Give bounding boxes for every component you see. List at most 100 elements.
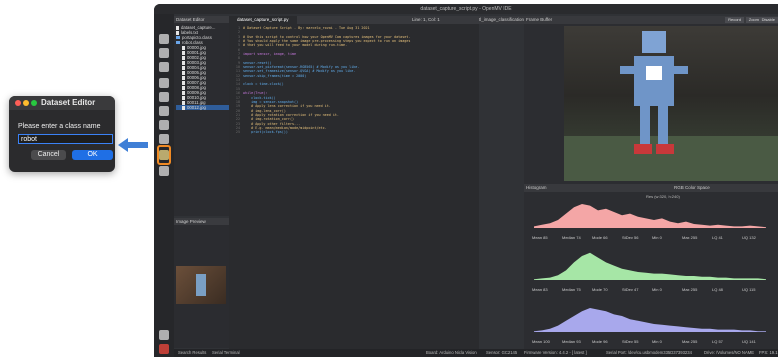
cut-icon[interactable] xyxy=(159,106,169,116)
stat-value: 56 xyxy=(634,235,639,240)
stat-value: 96 xyxy=(603,339,608,344)
histogram-stats: Mean 83 Median 75 Mode 70 StDev 47 Min 0 Max … xyxy=(524,287,778,293)
frame-buffer-header: Frame Buffer Record Zoom Disable xyxy=(524,16,778,24)
stat-median: Median 75 xyxy=(562,287,592,293)
robot-image xyxy=(564,31,778,181)
close-window-icon[interactable] xyxy=(15,100,21,106)
histogram-channel: Mean 100 Median 93 Mode 96 StDev 55 Min 0 Max… xyxy=(524,300,778,354)
class-name-input[interactable]: robot xyxy=(18,134,113,144)
stat-mean: Mean 85 xyxy=(532,235,562,241)
stat-value: 0 xyxy=(659,339,662,344)
drive-label: Drive: /Volumes/NO NAME xyxy=(704,350,755,355)
stat-value: 100 xyxy=(543,339,550,344)
dialog-title: Dataset Editor xyxy=(41,98,96,107)
stat-mode: Mode 66 xyxy=(592,235,622,241)
stat-value: 66 xyxy=(603,235,608,240)
histogram-stats: Mean 100 Median 93 Mode 96 StDev 55 Min 0 Max… xyxy=(524,339,778,345)
stat-label: Mode xyxy=(592,235,604,240)
save-icon[interactable] xyxy=(159,62,169,72)
zoom-window-icon[interactable] xyxy=(31,100,37,106)
stat-max: Max 255 xyxy=(682,287,712,293)
code-area[interactable]: 1 # Dataset Capture Script - By: marcelo_… xyxy=(229,26,477,135)
new-file-icon[interactable] xyxy=(159,34,169,44)
code-line[interactable]: 25 print(clock.fps()) xyxy=(229,130,477,134)
status-bar: Search Results Serial Terminal Board: Ar… xyxy=(174,349,778,357)
record-button[interactable]: Record xyxy=(725,17,744,23)
copy-icon[interactable] xyxy=(159,120,169,130)
stat-mode: Mode 70 xyxy=(592,287,622,293)
undo-icon[interactable] xyxy=(159,78,169,88)
stat-median: Median 74 xyxy=(562,235,592,241)
stat-min: Min 0 xyxy=(652,287,682,293)
folder-icon xyxy=(176,36,180,40)
stat-value: 47 xyxy=(634,287,639,292)
ok-button[interactable]: OK xyxy=(72,150,113,160)
paste-icon[interactable] xyxy=(159,134,169,144)
dataset-explorer: Dataset Editor dataset_capture... labels.… xyxy=(174,16,229,216)
stat-stdev: StDev 55 xyxy=(622,339,652,345)
stat-label: Min xyxy=(652,235,660,240)
histogram-plot xyxy=(534,308,766,332)
stat-value: 48 xyxy=(718,287,723,292)
frame-buffer-panel: Frame Buffer Record Zoom Disable Histogr… xyxy=(524,16,778,349)
stat-label: Min xyxy=(652,339,660,344)
file-item[interactable]: 00012.jpg xyxy=(176,105,229,110)
stat-value: 55 xyxy=(634,339,639,344)
capture-data-icon[interactable] xyxy=(159,166,169,176)
stat-label: Mean xyxy=(532,339,544,344)
stat-value: 255 xyxy=(690,339,698,344)
connect-icon[interactable] xyxy=(159,330,169,340)
stat-value: 74 xyxy=(576,235,581,240)
serial-port-label: Serial Port: /dev/cu.usbmodem335D3739323… xyxy=(606,350,692,355)
stat-lq: LQ 48 xyxy=(712,287,742,293)
stat-label: Max xyxy=(682,235,691,240)
histogram-header: Histogram RGB Color Space xyxy=(524,184,778,192)
frame-buffer-title: Frame Buffer xyxy=(526,17,553,22)
stat-value: 115 xyxy=(749,287,756,292)
code-editor[interactable]: dataset_capture_script.py Line: 1, Col: … xyxy=(229,16,479,349)
dialog-prompt: Please enter a class name xyxy=(18,123,101,130)
search-results-tab[interactable]: Search Results xyxy=(178,349,206,357)
cancel-button[interactable]: Cancel xyxy=(31,150,66,160)
histogram-title: Histogram xyxy=(526,185,547,190)
stat-label: Max xyxy=(682,339,691,344)
stat-uq: UQ 141 xyxy=(742,339,772,345)
stat-value: 255 xyxy=(690,235,698,240)
ide-window: dataset_capture_script.py - OpenMV IDE D… xyxy=(154,4,778,357)
redo-icon[interactable] xyxy=(159,92,169,102)
disable-button[interactable]: Disable xyxy=(758,17,778,23)
file-label: 00012.jpg xyxy=(187,105,206,110)
left-toolbar xyxy=(154,14,174,357)
line-number: 25 xyxy=(235,130,240,135)
stat-lq: LQ 57 xyxy=(712,339,742,345)
stat-value: 75 xyxy=(576,287,581,292)
stat-stdev: StDev 56 xyxy=(622,235,652,241)
firmware-label: Firmware Version: 4.4.2 - [ latest ] xyxy=(524,350,587,355)
histogram-stats: Mean 85 Median 74 Mode 66 StDev 56 Min 0 Max … xyxy=(524,235,778,241)
stat-label: Min xyxy=(652,287,660,292)
minimize-window-icon[interactable] xyxy=(23,100,29,106)
stat-value: 85 xyxy=(543,235,548,240)
editor-position: Line: 1, Col: 1 xyxy=(412,17,440,22)
left-arrow-icon xyxy=(118,138,148,152)
histogram-plot xyxy=(534,204,766,228)
stat-label: Median xyxy=(562,287,577,292)
serial-terminal-tab[interactable]: Serial Terminal xyxy=(212,349,240,357)
stat-label: Mean xyxy=(532,287,544,292)
stat-median: Median 93 xyxy=(562,339,592,345)
stat-label: Mode xyxy=(592,339,604,344)
file-icon xyxy=(182,105,185,110)
robot-thumbnail xyxy=(196,274,206,296)
stat-min: Min 0 xyxy=(652,339,682,345)
histogram-channel: Mean 85 Median 74 Mode 66 StDev 56 Min 0 Max … xyxy=(524,196,778,250)
stat-label: Median xyxy=(562,235,577,240)
tab-dataset-capture[interactable]: dataset_capture_script.py xyxy=(229,16,297,24)
stat-value: 93 xyxy=(576,339,581,344)
preview-image xyxy=(176,266,226,304)
stat-mean: Mean 83 xyxy=(532,287,562,293)
color-space-selector[interactable]: RGB Color Space xyxy=(674,184,710,192)
preview-title: Image Preview xyxy=(174,218,229,225)
open-file-icon[interactable] xyxy=(159,48,169,58)
tab-tl-image-classification[interactable]: tl_image_classification.py xyxy=(479,16,530,24)
stop-icon[interactable] xyxy=(159,344,169,354)
